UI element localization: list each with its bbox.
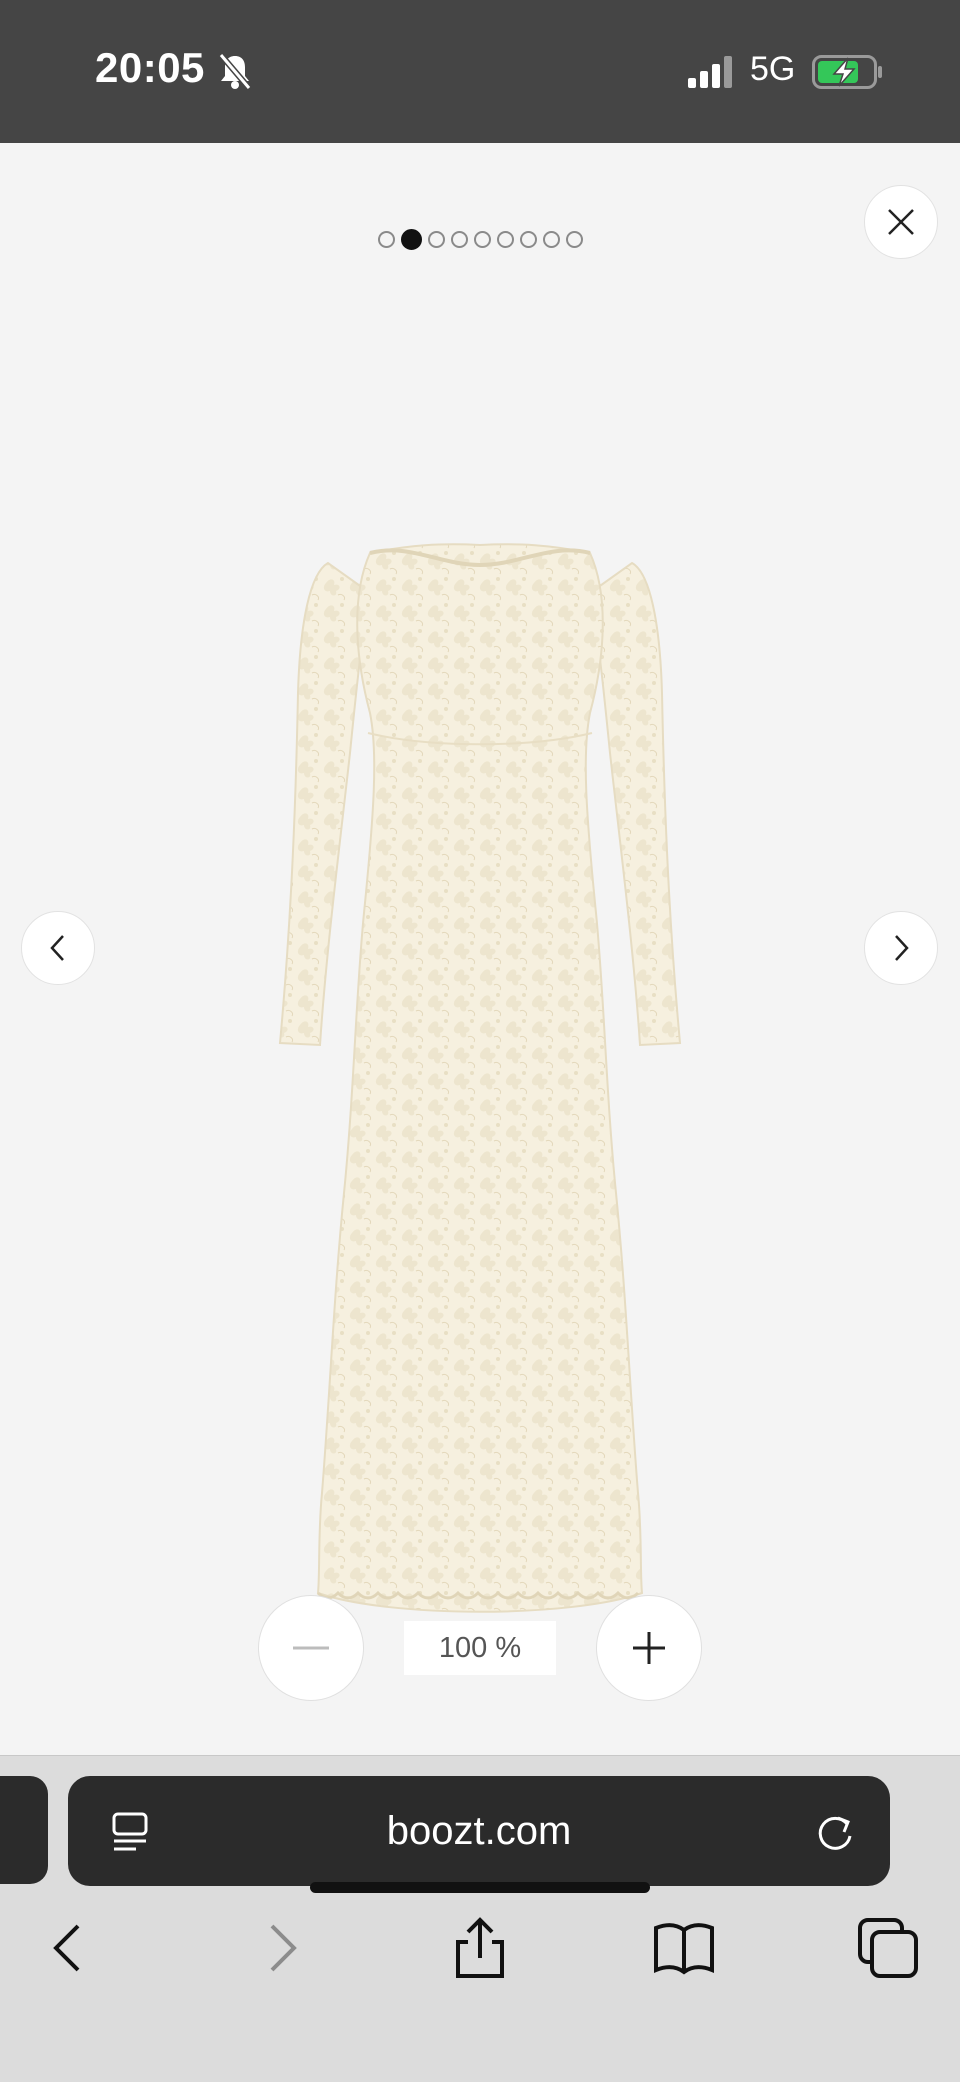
reload-icon[interactable] [814,1810,856,1854]
zoom-out-button[interactable] [258,1595,364,1701]
tabs-icon[interactable] [856,1916,920,1980]
product-image[interactable] [270,393,690,1673]
pagination-dot[interactable] [427,231,445,248]
close-button[interactable] [864,185,938,259]
pagination-dot[interactable] [496,231,514,248]
chevron-right-icon [895,935,909,961]
bell-slash-icon [218,53,252,90]
address-bar[interactable]: boozt.com [68,1776,890,1886]
pagination-dot[interactable] [473,231,491,248]
status-bar: 20:05 5G [0,0,960,143]
previous-image-button[interactable] [21,911,95,985]
forward-icon[interactable] [248,1916,312,1980]
battery-charging-icon [812,55,882,89]
pagination-dot[interactable] [519,231,537,248]
bookmarks-icon[interactable] [652,1916,716,1980]
pagination-dot[interactable] [542,231,560,248]
network-type: 5G [750,50,796,88]
pagination-dot[interactable] [377,231,395,248]
zoom-in-button[interactable] [596,1595,702,1701]
close-icon [888,209,914,235]
url-text: boozt.com [386,1809,572,1853]
plus-icon [633,1632,665,1664]
next-image-button[interactable] [864,911,938,985]
pagination-dot[interactable] [565,231,583,248]
zoom-level: 100 % [404,1621,556,1675]
image-viewer: 100 % [0,143,960,1755]
gallery-pagination [0,229,960,250]
signal-icon [688,56,732,88]
browser-toolbar: boozt.com [0,1755,960,2082]
status-time: 20:05 [95,44,205,91]
chevron-left-icon [50,935,64,961]
back-icon[interactable] [38,1916,102,1980]
minus-icon [293,1646,329,1650]
share-icon[interactable] [448,1916,512,1980]
pagination-dot[interactable] [450,231,468,248]
previous-tab-peek[interactable] [0,1776,48,1884]
pagination-dot-active[interactable] [400,229,422,250]
home-indicator [310,1882,650,1893]
